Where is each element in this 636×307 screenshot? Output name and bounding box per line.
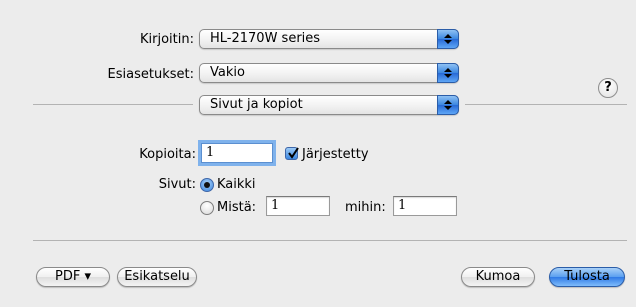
pages-to-input[interactable]: 1	[393, 196, 457, 216]
pages-to-label: mihin:	[345, 200, 386, 215]
popup-arrows-icon	[437, 63, 459, 83]
print-button[interactable]: Tulosta	[549, 267, 625, 287]
pages-from-label: Mistä:	[217, 200, 257, 215]
section-value: Sivut ja kopiot	[210, 97, 303, 112]
presets-popup[interactable]: Vakio	[199, 63, 459, 83]
pages-to-value: 1	[398, 198, 407, 213]
pdf-button[interactable]: PDF ▾	[36, 267, 110, 287]
presets-value: Vakio	[210, 65, 245, 80]
checkmark-icon	[288, 147, 299, 159]
section-divider-left	[33, 104, 193, 105]
popup-arrows-icon	[437, 29, 459, 49]
pages-range-radio[interactable]	[200, 201, 214, 215]
printer-value: HL-2170W series	[210, 31, 321, 46]
pages-from-value: 1	[271, 198, 280, 213]
section-popup[interactable]: Sivut ja kopiot	[199, 95, 459, 115]
collated-label: Järjestetty	[302, 147, 369, 162]
help-icon: ?	[604, 80, 612, 95]
printer-label: Kirjoitin:	[140, 32, 194, 47]
presets-label: Esiasetukset:	[107, 67, 194, 82]
copies-input[interactable]: 1	[201, 143, 273, 163]
copies-label: Kopioita:	[139, 147, 196, 162]
preview-button[interactable]: Esikatselu	[117, 267, 197, 287]
section-divider-right	[465, 104, 627, 105]
copies-value: 1	[206, 145, 215, 160]
footer-divider	[33, 240, 627, 241]
help-button[interactable]: ?	[598, 78, 618, 98]
pages-all-radio[interactable]	[200, 178, 214, 192]
collated-checkbox[interactable]	[285, 147, 299, 160]
cancel-button[interactable]: Kumoa	[461, 267, 535, 287]
pages-from-input[interactable]: 1	[266, 196, 330, 216]
pages-all-label: Kaikki	[217, 177, 256, 192]
printer-popup[interactable]: HL-2170W series	[199, 29, 459, 49]
popup-arrows-icon	[437, 95, 459, 115]
pages-label: Sivut:	[158, 177, 196, 192]
